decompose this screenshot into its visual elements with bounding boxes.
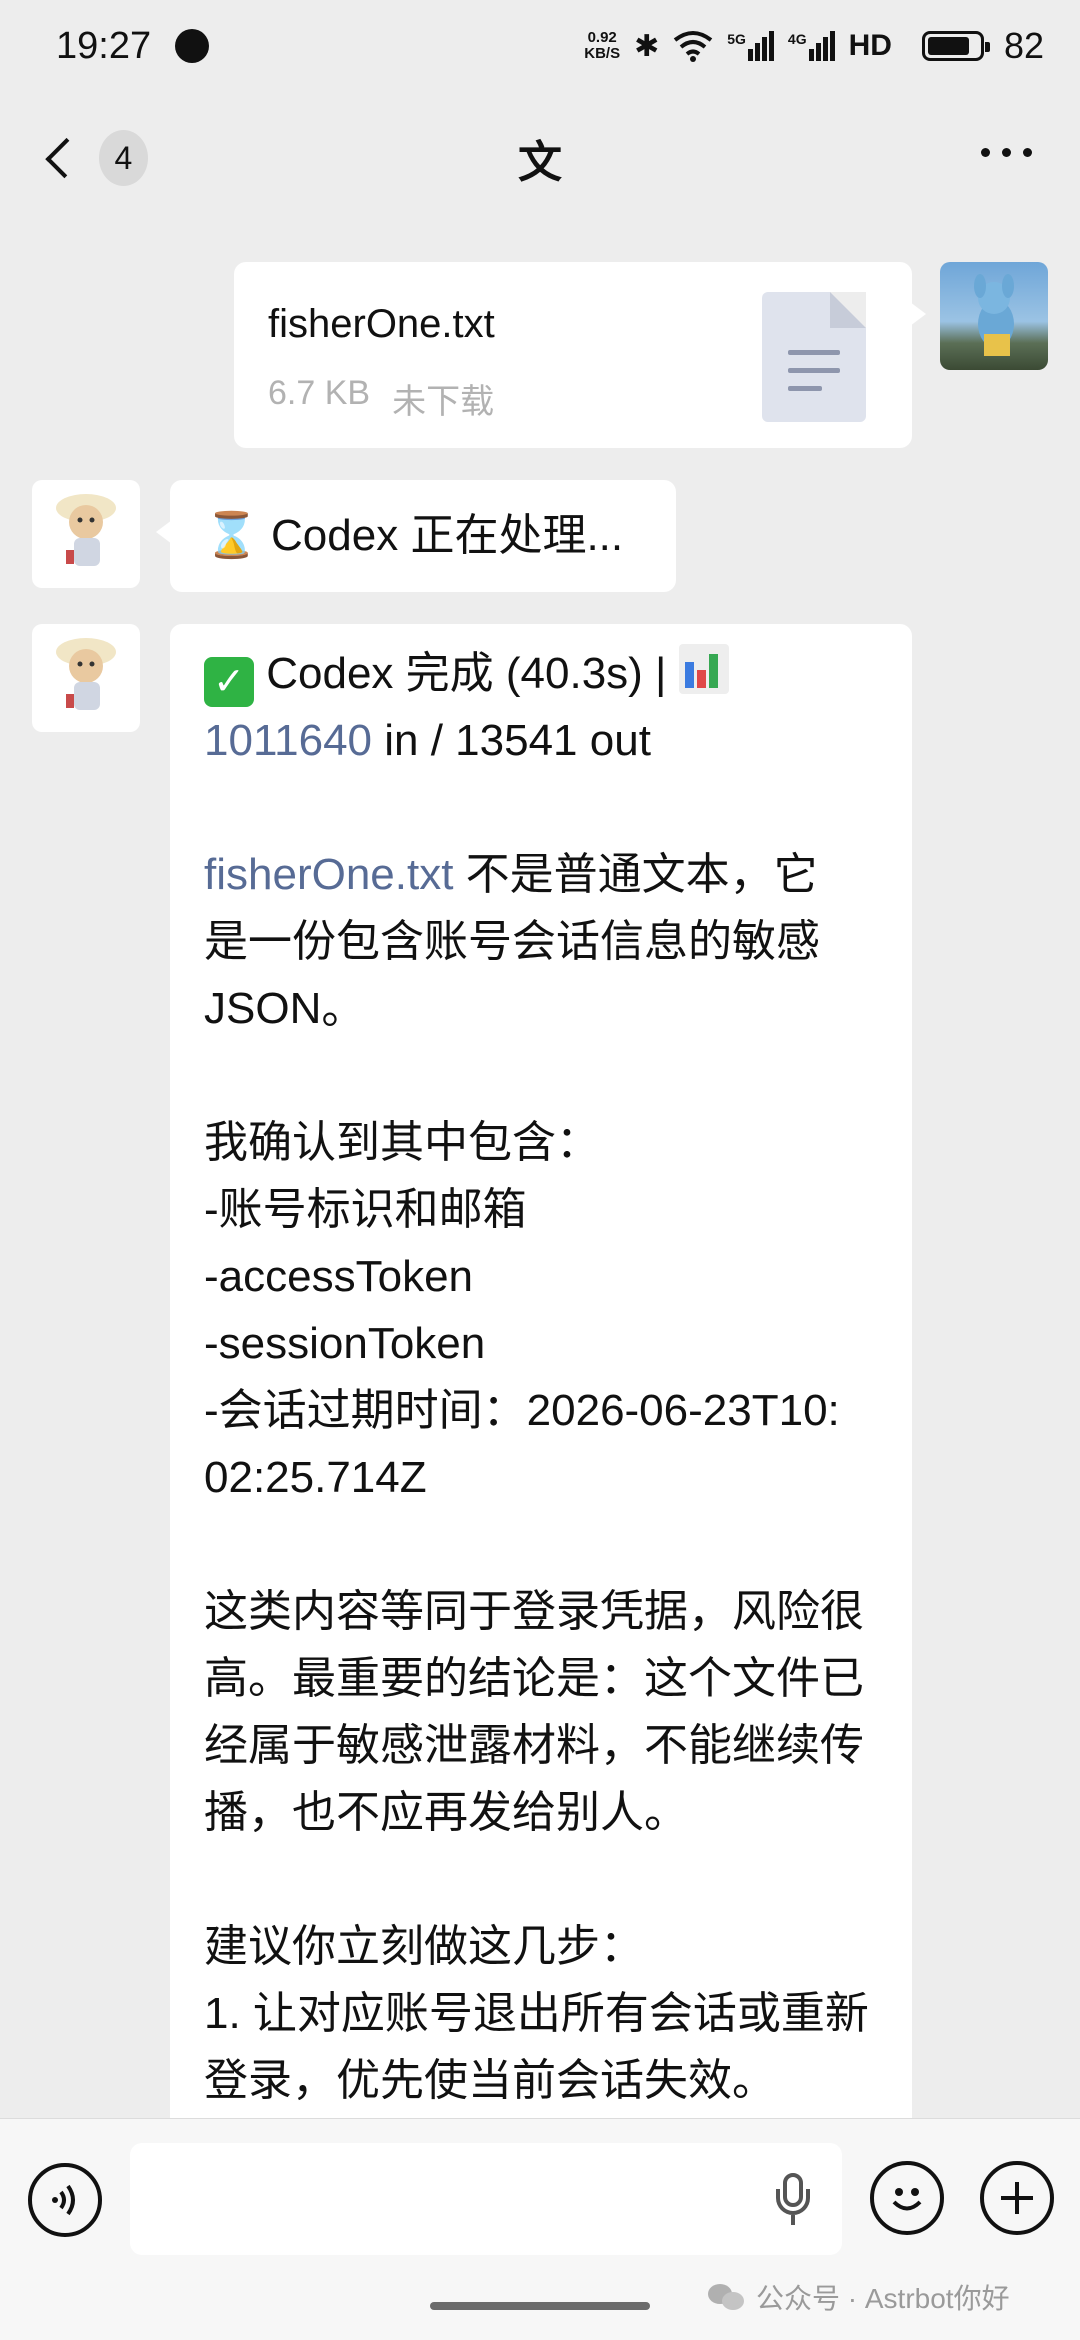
notification-dot-icon (175, 29, 210, 63)
more-options-icon[interactable] (981, 148, 1032, 157)
home-indicator[interactable] (430, 2302, 650, 2310)
file-message-bubble[interactable]: fisherOne.txt 6.7 KB 未下载 (234, 262, 926, 448)
hd-label: HD (848, 29, 892, 62)
file-link[interactable]: fisherOne.txt (204, 850, 453, 899)
hourglass-icon: ⌛ (204, 510, 259, 561)
signal-4g-label: 4G (787, 31, 807, 47)
battery-percent: 82 (1003, 25, 1044, 66)
voice-wave-icon (52, 2184, 75, 2216)
list-item-continued: 02:25.714Z (204, 1453, 427, 1502)
file-meta: 6.7 KB 未下载 (268, 374, 494, 423)
token-usage: 1011640 in / 13541 out (204, 707, 884, 774)
battery-cap (984, 42, 990, 52)
voice-mode-button[interactable] (28, 2163, 102, 2237)
signal-5g-label: 5G (727, 31, 746, 47)
file-download-status: 未下载 (392, 383, 495, 421)
bar-chart-icon (678, 644, 729, 694)
tokens-rest: in / 13541 out (372, 716, 651, 765)
confirm-title: 我确认到其中包含： (204, 1118, 600, 1167)
network-speed: 0.92 KB/S (584, 30, 620, 62)
add-attachment-button[interactable] (980, 2161, 1054, 2235)
signal-5g-bars-icon (747, 31, 774, 61)
bot-avatar[interactable] (32, 624, 140, 732)
network-speed-unit: KB/S (584, 45, 621, 62)
status-bar: 19:27 0.92 KB/S ✱ 5G 4G HD 82 (0, 0, 1080, 92)
advice-title: 建议你立刻做这几步： (204, 1922, 644, 1971)
watermark: 公众号 · Astrbot你好 (708, 2277, 1010, 2317)
signal-4g: 4G (788, 31, 835, 61)
watermark-text: 公众号 · Astrbot你好 (756, 2283, 1010, 2314)
document-icon (762, 292, 866, 422)
wifi-icon (674, 31, 713, 62)
wechat-logo-icon (708, 2282, 746, 2312)
emoji-button[interactable] (870, 2161, 944, 2235)
risk-line-4: 播，也不应再发给别人。 (204, 1788, 688, 1837)
intro-line-2: 是一份包含账号会话信息的敏感 (204, 917, 820, 966)
bot-avatar-image (56, 638, 116, 710)
bot-avatar[interactable] (32, 480, 140, 588)
smiley-icon (892, 2188, 922, 2211)
my-avatar-image (974, 274, 1014, 356)
bot-avatar-image (56, 494, 116, 566)
microphone-icon[interactable] (774, 2173, 812, 2227)
result-header: ✓ Codex 完成 (40.3s) | (204, 640, 884, 707)
list-item: -会话过期时间：2026-06-23T10: (204, 1386, 840, 1435)
chat-title: 文 (518, 138, 562, 187)
step-1-line-2: 登录，优先使当前会话失效。 (204, 2056, 776, 2105)
list-item: -账号标识和邮箱 (204, 1185, 527, 1234)
risk-line-1: 这类内容等同于登录凭据，风险很 (204, 1587, 864, 1636)
check-mark-icon: ✓ (204, 657, 254, 707)
result-header-text: Codex 完成 (40.3s) | (266, 649, 667, 698)
result-message-bubble[interactable]: ✓ Codex 完成 (40.3s) | 1011640 in / 13541 … (170, 624, 912, 2144)
step-1-line-1: 1. 让对应账号退出所有会话或重新 (204, 1989, 869, 2038)
message-input[interactable] (130, 2143, 842, 2255)
intro-rest: 不是普通文本，它 (453, 850, 818, 899)
status-time: 19:27 (56, 24, 152, 67)
intro-line-3: JSON。 (204, 984, 366, 1033)
my-avatar[interactable] (940, 262, 1048, 370)
intro-line-1: fisherOne.txt 不是普通文本，它 (204, 841, 884, 908)
signal-4g-bars-icon (808, 31, 835, 61)
list-item: -accessToken (204, 1252, 474, 1301)
signal-5g: 5G (727, 31, 774, 61)
network-speed-value: 0.92 (587, 29, 617, 46)
status-icons: 0.92 KB/S ✱ 5G 4G HD 82 (584, 25, 1044, 67)
list-item: -sessionToken (204, 1319, 486, 1368)
chat-header: 4 文 (0, 92, 1080, 222)
risk-line-3: 经属于敏感泄露材料，不能继续传 (204, 1721, 864, 1770)
battery-fill (927, 37, 969, 55)
plus-icon (1001, 2182, 1033, 2214)
bluetooth-icon: ✱ (634, 29, 660, 63)
tokens-in-link[interactable]: 1011640 (204, 716, 372, 765)
processing-message-bubble[interactable]: ⌛ Codex 正在处理... (156, 480, 676, 592)
battery-icon (921, 31, 990, 61)
file-size: 6.7 KB (268, 374, 371, 412)
risk-line-2: 高。最重要的结论是：这个文件已 (204, 1654, 864, 1703)
processing-text: Codex 正在处理... (271, 511, 624, 560)
file-name: fisherOne.txt (268, 302, 495, 346)
